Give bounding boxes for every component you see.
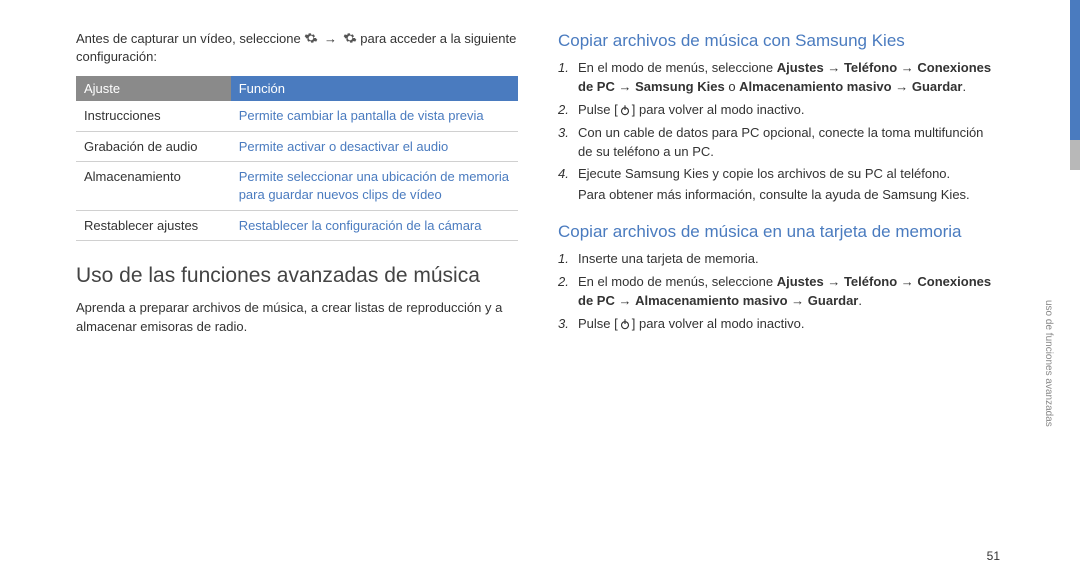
tab-segment-gray — [1070, 140, 1080, 170]
gear-icon — [343, 31, 357, 45]
table-header-setting: Ajuste — [76, 76, 231, 101]
setting-cell: Restablecer ajustes — [76, 210, 231, 241]
function-cell: Permite cambiar la pantalla de vista pre… — [231, 101, 518, 131]
list-item: Inserte una tarjeta de memoria. — [558, 250, 1000, 269]
function-cell: Permite seleccionar una ubicación de mem… — [231, 162, 518, 210]
steps-list-memory: Inserte una tarjeta de memoria. En el mo… — [558, 250, 1000, 333]
table-row: Grabación de audio Permite activar o des… — [76, 131, 518, 162]
section-heading-kies: Copiar archivos de música con Samsung Ki… — [558, 30, 1000, 51]
setting-cell: Grabación de audio — [76, 131, 231, 162]
list-item: Pulse [] para volver al modo inactivo. — [558, 101, 1000, 120]
function-cell: Permite activar o desactivar el audio — [231, 131, 518, 162]
side-tab-label: uso de funciones avanzadas — [1043, 300, 1054, 427]
side-tab: uso de funciones avanzadas — [1060, 0, 1080, 585]
list-item: En el modo de menús, seleccione Ajustes … — [558, 273, 1000, 311]
list-item: Pulse [] para volver al modo inactivo. — [558, 315, 1000, 334]
setting-cell: Almacenamiento — [76, 162, 231, 210]
power-icon — [618, 103, 632, 117]
step-note: Para obtener más información, consulte l… — [578, 186, 1000, 205]
table-row: Restablecer ajustes Restablecer la confi… — [76, 210, 518, 241]
list-item: Con un cable de datos para PC opcional, … — [558, 124, 1000, 162]
main-heading: Uso de las funciones avanzadas de música — [76, 263, 518, 289]
settings-table: Ajuste Función Instrucciones Permite cam… — [76, 76, 518, 241]
list-item: Ejecute Samsung Kies y copie los archivo… — [558, 165, 1000, 205]
table-row: Instrucciones Permite cambiar la pantall… — [76, 101, 518, 131]
gear-icon — [304, 31, 318, 45]
right-column: Copiar archivos de música con Samsung Ki… — [558, 30, 1000, 350]
table-header-function: Función — [231, 76, 518, 101]
tab-segment-blue — [1070, 0, 1080, 140]
left-column: Antes de capturar un vídeo, seleccione →… — [76, 30, 518, 350]
intro-text-pre: Antes de capturar un vídeo, seleccione — [76, 31, 304, 46]
section-heading-memory: Copiar archivos de música en una tarjeta… — [558, 221, 1000, 242]
intro-paragraph: Antes de capturar un vídeo, seleccione →… — [76, 30, 518, 66]
function-cell: Restablecer la configuración de la cámar… — [231, 210, 518, 241]
main-paragraph: Aprenda a preparar archivos de música, a… — [76, 299, 518, 335]
steps-list-kies: En el modo de menús, seleccione Ajustes … — [558, 59, 1000, 205]
page-number: 51 — [987, 549, 1000, 563]
power-icon — [618, 317, 632, 331]
setting-cell: Instrucciones — [76, 101, 231, 131]
table-row: Almacenamiento Permite seleccionar una u… — [76, 162, 518, 210]
arrow-icon: → — [322, 31, 339, 46]
list-item: En el modo de menús, seleccione Ajustes … — [558, 59, 1000, 97]
